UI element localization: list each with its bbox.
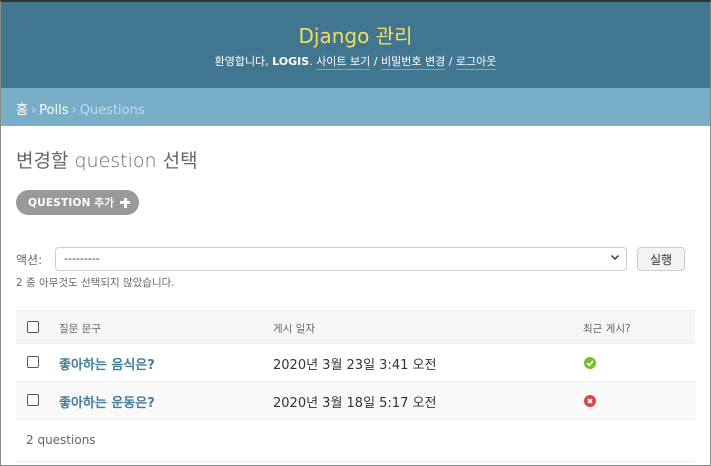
column-pub-date[interactable]: 게시 일자 (273, 321, 315, 336)
breadcrumb-current: Questions (79, 103, 145, 118)
pub-date: 2020년 3월 23일 3:41 오전 (273, 358, 437, 373)
check-icon (584, 357, 596, 369)
table-header: 질문 문구 게시 일자 최근 게시? (16, 310, 695, 344)
pub-date: 2020년 3월 18일 5:17 오전 (273, 396, 437, 411)
link-separator: / (370, 55, 381, 68)
column-recent: 최근 게시? (583, 323, 631, 335)
username: LOGIS (272, 55, 310, 68)
row-checkbox[interactable] (27, 356, 39, 368)
table-row: 좋아하는 운동은? 2020년 3월 18일 5:17 오전 (16, 382, 695, 420)
breadcrumb-polls[interactable]: Polls (39, 103, 68, 118)
chevron-down-icon (610, 252, 620, 265)
row-checkbox[interactable] (27, 394, 39, 406)
action-counter: 2 중 아무것도 선택되지 않았습니다. (16, 277, 175, 289)
run-action-button[interactable]: 실행 (637, 247, 685, 271)
page-title: 변경할 question 선택 (16, 150, 198, 172)
actions-label: 액션: (16, 253, 43, 267)
welcome-text: 환영합니다, (214, 55, 273, 68)
select-all-checkbox[interactable] (27, 321, 39, 333)
breadcrumb-home[interactable]: 홈 (16, 103, 28, 118)
add-question-label: QUESTION 추가 (28, 197, 115, 209)
header: Django 관리 환영합니다, LOGIS. 사이트 보기 / 비밀번호 변경… (1, 2, 710, 88)
results-table: 질문 문구 게시 일자 최근 게시? 좋아하는 음식은? 2020년 3월 23… (16, 310, 695, 420)
question-link[interactable]: 좋아하는 운동은? (59, 392, 155, 411)
table-row: 좋아하는 음식은? 2020년 3월 23일 3:41 오전 (16, 344, 695, 382)
plus-icon (120, 197, 131, 208)
logout-link[interactable]: 로그아웃 (455, 55, 497, 70)
admin-page: Django 관리 환영합니다, LOGIS. 사이트 보기 / 비밀번호 변경… (0, 0, 711, 466)
cross-icon (584, 395, 596, 407)
user-tools: 환영합니다, LOGIS. 사이트 보기 / 비밀번호 변경 / 로그아웃 (1, 53, 710, 70)
view-site-link[interactable]: 사이트 보기 (316, 55, 371, 70)
action-select-value: --------- (64, 252, 100, 265)
paginator: 2 questions (16, 420, 695, 462)
breadcrumb-separator: › (30, 103, 37, 118)
link-separator: / (445, 55, 456, 68)
column-question-text[interactable]: 질문 문구 (59, 321, 101, 336)
question-link[interactable]: 좋아하는 음식은? (59, 354, 155, 373)
breadcrumb: 홈 › Polls › Questions (1, 88, 710, 126)
action-select[interactable]: --------- (55, 247, 627, 271)
breadcrumb-separator: › (71, 103, 77, 118)
add-question-button[interactable]: QUESTION 추가 (16, 190, 140, 215)
actions-bar: 액션: --------- 실행 (16, 247, 696, 271)
site-title[interactable]: Django 관리 (1, 20, 710, 49)
change-password-link[interactable]: 비밀번호 변경 (381, 55, 446, 70)
